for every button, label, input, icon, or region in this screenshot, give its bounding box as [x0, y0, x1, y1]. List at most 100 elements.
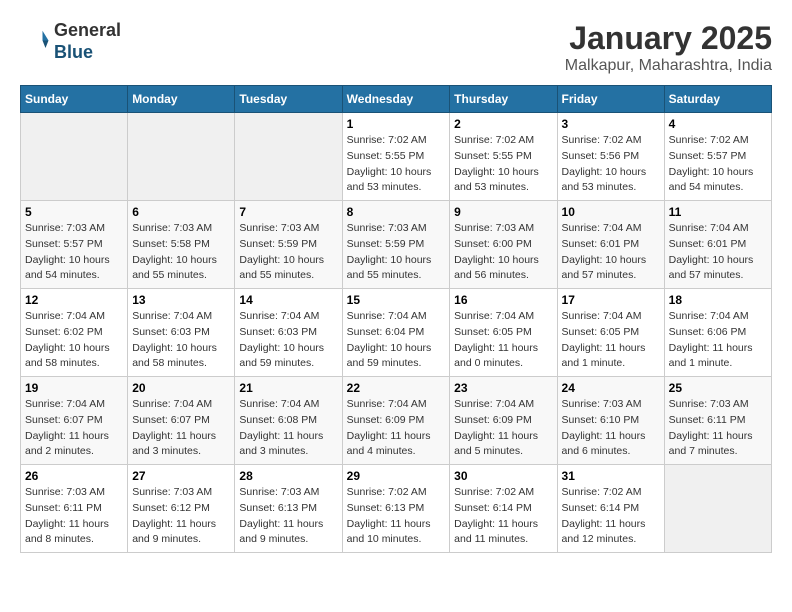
header-monday: Monday: [128, 86, 235, 113]
sunset-text: Sunset: 6:03 PM: [239, 325, 337, 341]
day-number: 2: [454, 117, 552, 131]
calendar-cell: 7Sunrise: 7:03 AMSunset: 5:59 PMDaylight…: [235, 201, 342, 289]
day-info: Sunrise: 7:03 AMSunset: 5:59 PMDaylight:…: [347, 221, 446, 284]
header-thursday: Thursday: [450, 86, 557, 113]
sunrise-text: Sunrise: 7:04 AM: [239, 397, 337, 413]
day-info: Sunrise: 7:04 AMSunset: 6:03 PMDaylight:…: [132, 309, 230, 372]
calendar-cell: 5Sunrise: 7:03 AMSunset: 5:57 PMDaylight…: [21, 201, 128, 289]
sunset-text: Sunset: 6:10 PM: [562, 413, 660, 429]
daylight-text: Daylight: 10 hours and 57 minutes.: [669, 253, 767, 285]
calendar-table: Sunday Monday Tuesday Wednesday Thursday…: [20, 85, 772, 553]
day-info: Sunrise: 7:04 AMSunset: 6:06 PMDaylight:…: [669, 309, 767, 372]
sunset-text: Sunset: 6:04 PM: [347, 325, 446, 341]
day-info: Sunrise: 7:04 AMSunset: 6:07 PMDaylight:…: [25, 397, 123, 460]
calendar-cell: 17Sunrise: 7:04 AMSunset: 6:05 PMDayligh…: [557, 289, 664, 377]
logo-line2: Blue: [54, 42, 121, 64]
day-number: 1: [347, 117, 446, 131]
sunset-text: Sunset: 6:02 PM: [25, 325, 123, 341]
sunset-text: Sunset: 6:13 PM: [239, 501, 337, 517]
calendar-cell: 9Sunrise: 7:03 AMSunset: 6:00 PMDaylight…: [450, 201, 557, 289]
sunrise-text: Sunrise: 7:04 AM: [347, 397, 446, 413]
daylight-text: Daylight: 10 hours and 59 minutes.: [239, 341, 337, 373]
calendar-cell: 27Sunrise: 7:03 AMSunset: 6:12 PMDayligh…: [128, 465, 235, 553]
day-number: 10: [562, 205, 660, 219]
daylight-text: Daylight: 10 hours and 58 minutes.: [132, 341, 230, 373]
calendar-cell: [21, 113, 128, 201]
sunset-text: Sunset: 6:13 PM: [347, 501, 446, 517]
day-number: 16: [454, 293, 552, 307]
sunrise-text: Sunrise: 7:04 AM: [132, 309, 230, 325]
day-number: 28: [239, 469, 337, 483]
daylight-text: Daylight: 11 hours and 1 minute.: [562, 341, 660, 373]
day-info: Sunrise: 7:02 AMSunset: 6:14 PMDaylight:…: [562, 485, 660, 548]
calendar-cell: 1Sunrise: 7:02 AMSunset: 5:55 PMDaylight…: [342, 113, 450, 201]
sunset-text: Sunset: 6:08 PM: [239, 413, 337, 429]
location-title: Malkapur, Maharashtra, India: [565, 57, 772, 75]
day-number: 31: [562, 469, 660, 483]
sunset-text: Sunset: 6:00 PM: [454, 237, 552, 253]
day-number: 8: [347, 205, 446, 219]
calendar-week-row: 12 Sunrise: 7:04 AM Sunset: 6:02 PM Dayligh…: [21, 289, 772, 377]
page-header: General Blue January 2025 Malkapur, Maha…: [20, 20, 772, 75]
calendar-cell: 15Sunrise: 7:04 AMSunset: 6:04 PMDayligh…: [342, 289, 450, 377]
day-number: 17: [562, 293, 660, 307]
daylight-text: Daylight: 11 hours and 0 minutes.: [454, 341, 552, 373]
logo-text: General Blue: [54, 20, 121, 63]
calendar-week-row: 26Sunrise: 7:03 AMSunset: 6:11 PMDayligh…: [21, 465, 772, 553]
sunrise-text: Sunrise: 7:03 AM: [239, 221, 337, 237]
daylight-text: Daylight: 10 hours and 55 minutes.: [132, 253, 230, 285]
day-info: Sunrise: 7:04 AMSunset: 6:04 PMDaylight:…: [347, 309, 446, 372]
sunset-text: Sunset: 5:59 PM: [347, 237, 446, 253]
daylight-text: Daylight: 10 hours and 53 minutes.: [347, 165, 446, 197]
daylight-text: Daylight: 11 hours and 9 minutes.: [132, 517, 230, 549]
sunrise-text: Sunrise: 7:03 AM: [25, 221, 123, 237]
daylight-text: Daylight: 10 hours and 54 minutes.: [25, 253, 123, 285]
header-saturday: Saturday: [664, 86, 771, 113]
sunrise-text: Sunrise: 7:03 AM: [132, 221, 230, 237]
title-block: January 2025 Malkapur, Maharashtra, Indi…: [565, 20, 772, 75]
daylight-text: Daylight: 11 hours and 10 minutes.: [347, 517, 446, 549]
day-number: 19: [25, 381, 123, 395]
calendar-cell: 28Sunrise: 7:03 AMSunset: 6:13 PMDayligh…: [235, 465, 342, 553]
calendar-cell: 20Sunrise: 7:04 AMSunset: 6:07 PMDayligh…: [128, 377, 235, 465]
sunrise-text: Sunrise: 7:03 AM: [669, 397, 767, 413]
day-number: 29: [347, 469, 446, 483]
daylight-text: Daylight: 11 hours and 2 minutes.: [25, 429, 123, 461]
sunrise-text: Sunrise: 7:03 AM: [454, 221, 552, 237]
logo: General Blue: [20, 20, 121, 63]
daylight-text: Daylight: 10 hours and 57 minutes.: [562, 253, 660, 285]
day-number: 12: [25, 293, 123, 307]
daylight-text: Daylight: 10 hours and 55 minutes.: [347, 253, 446, 285]
calendar-cell: 18Sunrise: 7:04 AMSunset: 6:06 PMDayligh…: [664, 289, 771, 377]
daylight-text: Daylight: 10 hours and 59 minutes.: [347, 341, 446, 373]
day-info: Sunrise: 7:04 AMSunset: 6:09 PMDaylight:…: [347, 397, 446, 460]
daylight-text: Daylight: 11 hours and 3 minutes.: [239, 429, 337, 461]
daylight-text: Daylight: 10 hours and 53 minutes.: [562, 165, 660, 197]
calendar-cell: 26Sunrise: 7:03 AMSunset: 6:11 PMDayligh…: [21, 465, 128, 553]
sunrise-text: Sunrise: 7:04 AM: [454, 397, 552, 413]
daylight-text: Daylight: 11 hours and 12 minutes.: [562, 517, 660, 549]
day-number: 22: [347, 381, 446, 395]
sunset-text: Sunset: 6:14 PM: [562, 501, 660, 517]
calendar-cell: 12Sunrise: 7:04 AMSunset: 6:02 PMDayligh…: [21, 289, 128, 377]
day-info: Sunrise: 7:02 AMSunset: 6:14 PMDaylight:…: [454, 485, 552, 548]
calendar-cell: 23Sunrise: 7:04 AMSunset: 6:09 PMDayligh…: [450, 377, 557, 465]
daylight-text: Daylight: 11 hours and 8 minutes.: [25, 517, 123, 549]
sunset-text: Sunset: 5:58 PM: [132, 237, 230, 253]
sunset-text: Sunset: 5:59 PM: [239, 237, 337, 253]
sunset-text: Sunset: 6:11 PM: [25, 501, 123, 517]
day-number: 25: [669, 381, 767, 395]
sunrise-text: Sunrise: 7:04 AM: [669, 309, 767, 325]
daylight-text: Daylight: 11 hours and 4 minutes.: [347, 429, 446, 461]
calendar-cell: 24Sunrise: 7:03 AMSunset: 6:10 PMDayligh…: [557, 377, 664, 465]
sunset-text: Sunset: 6:01 PM: [562, 237, 660, 253]
day-info: Sunrise: 7:02 AMSunset: 5:56 PMDaylight:…: [562, 133, 660, 196]
day-info: Sunrise: 7:02 AMSunset: 5:55 PMDaylight:…: [454, 133, 552, 196]
sunrise-text: Sunrise: 7:03 AM: [562, 397, 660, 413]
sunrise-text: Sunrise: 7:04 AM: [132, 397, 230, 413]
calendar-cell: [235, 113, 342, 201]
daylight-text: Daylight: 11 hours and 3 minutes.: [132, 429, 230, 461]
daylight-text: Daylight: 10 hours and 53 minutes.: [454, 165, 552, 197]
sunrise-text: Sunrise: 7:04 AM: [347, 309, 446, 325]
day-number: 3: [562, 117, 660, 131]
